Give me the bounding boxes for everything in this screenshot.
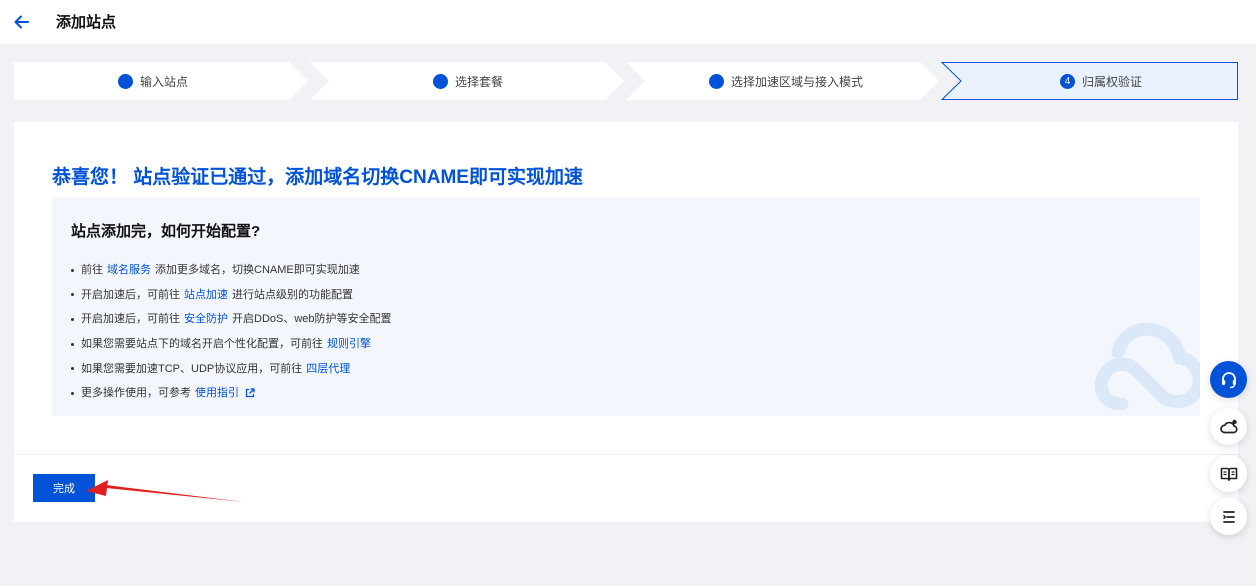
page-title: 添加站点 [56,14,117,31]
item-text: 开启加速后，可前往 [81,313,180,326]
list-item: 开启加速后，可前往 站点加速 进行站点级别的功能配置 [71,283,392,308]
step-1: 输入站点 [118,62,188,100]
success-headline: 恭喜您！ 站点验证已通过，添加域名切换CNAME即可实现加速 [52,167,583,188]
check-circle-icon [433,66,448,89]
outline-list-button[interactable] [1210,498,1247,535]
check-circle-icon [118,66,133,89]
list-item: 开启加速后，可前往 安全防护 开启DDoS、web防护等安全配置 [71,307,392,332]
list-item: 如果您需要站点下的域名开启个性化配置，可前往 规则引擎 [71,332,392,357]
headset-icon [1221,371,1236,388]
item-text: 前往 [81,264,103,277]
bullet [71,268,74,272]
security-protection-link[interactable]: 安全防护 [184,311,228,327]
step-number-badge: 4 [1060,73,1075,89]
item-text: 添加更多域名，切换CNAME即可实现加速 [155,264,360,277]
item-text: 开启加速后，可前往 [81,288,180,301]
item-text: 更多操作使用，可参考 [81,387,191,400]
list-icon [1222,510,1235,523]
annotation-arrow [86,480,244,502]
list-item: 如果您需要加速TCP、UDP协议应用，可前往 四层代理 [71,356,392,381]
footer-divider [14,454,1238,455]
bullet [71,342,74,346]
domain-service-link[interactable]: 域名服务 [107,262,151,278]
bullet [71,317,74,321]
step-2: 选择套餐 [433,62,503,100]
step-bar: 输入站点 选择套餐 选择加速区域与接入模式 4 归属权验证 [14,62,1238,100]
info-box: 站点添加完，如何开始配置? 前往 域名服务 添加更多域名，切换CNAME即可实现… [52,198,1200,416]
item-text: 进行站点级别的功能配置 [232,288,353,301]
bullet [71,293,74,297]
item-text: 如果您需要加速TCP、UDP协议应用，可前往 [81,362,303,375]
cloud-settings-icon [1219,419,1238,433]
step-bar-background [14,62,1238,100]
usage-guide-link[interactable]: 使用指引 [195,385,239,401]
item-text: 开启DDoS、web防护等安全配置 [232,313,392,326]
step-1-label: 输入站点 [140,74,189,89]
main-card: 恭喜您！ 站点验证已通过，添加域名切换CNAME即可实现加速 站点添加完，如何开… [14,122,1238,522]
list-item: 更多操作使用，可参考 使用指引 [71,381,392,406]
item-text: 如果您需要站点下的域名开启个性化配置，可前往 [81,338,323,351]
list-item: 前往 域名服务 添加更多域名，切换CNAME即可实现加速 [71,258,392,283]
cloud-watermark-icon [1094,322,1200,411]
external-link-icon[interactable] [245,388,255,398]
step-4-label: 归属权验证 [1082,74,1143,89]
guide-list: 前往 域名服务 添加更多域名，切换CNAME即可实现加速 开启加速后，可前往 站… [71,258,392,406]
step-4: 4 归属权验证 [1060,62,1142,100]
step-3-label: 选择加速区域与接入模式 [731,74,864,89]
bullet [71,367,74,371]
rule-engine-link[interactable]: 规则引擎 [327,336,371,352]
site-acceleration-link[interactable]: 站点加速 [184,287,228,303]
l4-proxy-link[interactable]: 四层代理 [306,361,350,377]
book-icon [1220,467,1237,481]
check-circle-icon [709,66,724,89]
cloud-settings-button[interactable] [1210,408,1247,445]
docs-book-button[interactable] [1210,455,1247,492]
arrow-left-icon[interactable] [12,12,32,32]
step-2-label: 选择套餐 [455,74,504,89]
step-3: 选择加速区域与接入模式 [709,62,863,100]
support-headset-button[interactable] [1210,361,1247,398]
top-bar: 添加站点 [0,0,1256,44]
info-title: 站点添加完，如何开始配置? [71,223,261,240]
bullet [71,391,74,395]
